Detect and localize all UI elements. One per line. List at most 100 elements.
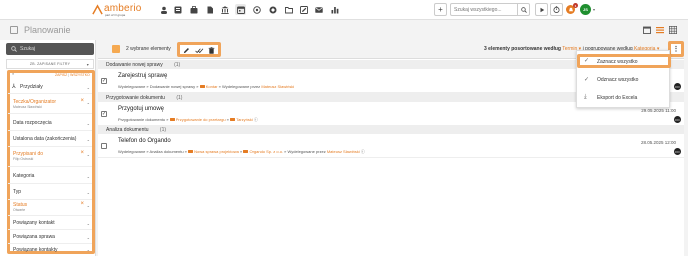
deselect-all-menu-item[interactable]: ✓ Odznacz wszystko bbox=[577, 73, 671, 87]
chevron-down-icon: ⌄ bbox=[86, 121, 90, 126]
calendar-icon bbox=[10, 26, 18, 34]
bank-icon[interactable] bbox=[219, 4, 230, 15]
play-button[interactable] bbox=[535, 3, 548, 16]
info-icon[interactable]: ⓘ bbox=[361, 149, 365, 154]
export-excel-menu-item[interactable]: ⤓ Eksport do Excela bbox=[577, 91, 671, 105]
download-icon: ⤓ bbox=[584, 94, 587, 100]
all-filters-button[interactable]: WSZYSTKO bbox=[70, 73, 90, 77]
filter-powiazane-kontakty[interactable]: Powiązane kontakty ⌄ bbox=[8, 244, 92, 253]
clear-filter-icon[interactable]: × bbox=[80, 98, 84, 104]
select-all-checkbox[interactable] bbox=[112, 45, 120, 53]
filter-toggle-icon[interactable]: ≡ bbox=[12, 72, 14, 76]
play-icon bbox=[540, 7, 544, 12]
sidebar-search[interactable]: Szukaj bbox=[6, 43, 94, 55]
chevron-down-icon: ⌄ bbox=[86, 203, 90, 208]
chevron-down-icon: ⌄ bbox=[86, 190, 90, 195]
search-icon[interactable] bbox=[517, 4, 529, 15]
folder-icon[interactable] bbox=[283, 4, 294, 15]
kebab-menu-icon: ⋮ bbox=[672, 46, 680, 53]
person-link[interactable]: Mateusz Sławiński bbox=[261, 84, 294, 89]
case-link[interactable]: Przygotowanie do przetargu bbox=[176, 117, 226, 122]
filter-przydzialy[interactable]: ⅄ Przydziały ⌄ bbox=[8, 80, 92, 94]
assignee-avatar[interactable]: FO bbox=[674, 83, 681, 90]
filter-teczka[interactable]: Teczka/Organizator Mateusz Sławiński × ⌄ bbox=[8, 94, 92, 114]
timer-button[interactable] bbox=[550, 3, 563, 16]
folder-icon bbox=[169, 118, 175, 122]
task-path: Przygotowanie dokumentu » Przygotowanie … bbox=[118, 117, 258, 123]
bell-icon bbox=[568, 7, 573, 11]
task-title[interactable]: Zarejestruj sprawę bbox=[118, 73, 167, 79]
chevron-down-icon: ⌄ bbox=[86, 100, 90, 105]
contacts-icon[interactable] bbox=[158, 4, 169, 15]
case-link[interactable]: Kontar bbox=[206, 84, 218, 89]
chevron-down-icon: ⌄ bbox=[86, 235, 90, 240]
assignee-avatar[interactable]: FO bbox=[674, 148, 681, 155]
person-link[interactable]: Tarzyński bbox=[236, 117, 253, 122]
filter-label: Typ bbox=[13, 189, 22, 195]
company-link[interactable]: Orgando Sp. z o.o. bbox=[249, 149, 283, 154]
file-icon[interactable] bbox=[204, 4, 215, 15]
filter-powiazana-sprawa[interactable]: Powiązana sprawa ⌄ bbox=[8, 230, 92, 244]
clear-filter-icon[interactable]: × bbox=[80, 201, 84, 207]
user-avatar[interactable]: JS bbox=[580, 4, 591, 15]
filter-ustalona-data[interactable]: Ustalona data (zakończenia) ⌄ bbox=[8, 131, 92, 147]
filter-data-rozpoczecia[interactable]: Data rozpoczęcia ⌄ bbox=[8, 114, 92, 131]
path-text: » Wydelegowane przez bbox=[218, 84, 261, 89]
task-row[interactable]: Telefon do Orgando Wydelegowane » Analiz… bbox=[98, 134, 684, 158]
group-count: (1) bbox=[176, 95, 183, 101]
task-title[interactable]: Telefon do Orgando bbox=[118, 138, 171, 144]
select-all-menu-item[interactable]: ✓ Zaznacz wszystko bbox=[577, 54, 671, 68]
row-checkbox[interactable]: ✓ bbox=[101, 111, 107, 117]
group-name: Przygotowanie dokumentu bbox=[106, 95, 165, 101]
assignee-avatar[interactable]: FO bbox=[674, 116, 681, 123]
case-link[interactable]: Nowa sprawa projektowa bbox=[194, 149, 239, 154]
briefcase-icon[interactable] bbox=[188, 4, 199, 15]
user-menu-chevron-icon[interactable]: ▾ bbox=[593, 7, 595, 12]
list-view-icon[interactable] bbox=[656, 26, 664, 34]
calendar-view-icon[interactable] bbox=[643, 26, 651, 34]
filter-powiazany-kontakt[interactable]: Powiązany kontakt ⌄ bbox=[8, 216, 92, 230]
sort-prefix: 3 elementy posortowane według bbox=[484, 46, 561, 52]
documents-icon[interactable] bbox=[172, 4, 183, 15]
settings-icon[interactable] bbox=[267, 4, 278, 15]
chevron-down-icon: ⌄ bbox=[86, 221, 90, 226]
trash-icon[interactable] bbox=[208, 47, 215, 54]
global-search[interactable] bbox=[450, 3, 530, 16]
notification-badge: 1 bbox=[573, 3, 578, 8]
task-title[interactable]: Przygotuj umowę bbox=[118, 106, 164, 112]
filter-status[interactable]: Status Otwarte × ⌄ bbox=[8, 200, 92, 216]
double-check-icon[interactable] bbox=[195, 47, 204, 54]
person-link[interactable]: Mateusz Sławiński bbox=[327, 149, 360, 154]
bar-chart-icon[interactable] bbox=[329, 4, 340, 15]
row-checkbox[interactable] bbox=[101, 143, 107, 149]
logo-icon bbox=[92, 4, 103, 15]
filter-label: Kategoria bbox=[13, 173, 35, 179]
save-filters-button[interactable]: ZAPISZ bbox=[55, 73, 67, 77]
info-icon[interactable]: ⓘ bbox=[254, 117, 258, 122]
global-search-input[interactable] bbox=[454, 4, 518, 15]
edit-icon[interactable] bbox=[298, 4, 309, 15]
filter-label: Powiązana sprawa bbox=[13, 234, 55, 240]
more-options-menu: ✓ Zaznacz wszystko ✓ Odznacz wszystko ⤓ … bbox=[576, 50, 671, 108]
add-button[interactable]: + bbox=[434, 3, 447, 16]
edit-icon[interactable] bbox=[183, 47, 190, 54]
clear-filter-icon[interactable]: × bbox=[80, 150, 84, 156]
group-count: (1) bbox=[174, 62, 181, 68]
chat-icon[interactable] bbox=[251, 4, 262, 15]
saved-filters-dropdown[interactable]: ZB. ZAPISANE FILTRY ▾ bbox=[6, 59, 94, 69]
path-text: Wydelegowane » Dodawanie nowej sprawy » bbox=[118, 84, 199, 89]
logo-subtitle: part of Ο grupa bbox=[105, 13, 126, 17]
group-name: Analiza dokumentu bbox=[106, 127, 149, 133]
filter-typ[interactable]: Typ ⌄ bbox=[8, 184, 92, 200]
filter-kategoria[interactable]: Kategoria ⌄ bbox=[8, 167, 92, 184]
menu-item-label: Eksport do Excela bbox=[597, 95, 638, 101]
mail-icon[interactable] bbox=[313, 4, 324, 15]
chevron-down-icon: ⌄ bbox=[86, 152, 90, 157]
grid-view-icon[interactable] bbox=[669, 26, 677, 34]
row-checkbox[interactable]: ✓ bbox=[101, 78, 107, 84]
page-title: Planowanie bbox=[24, 25, 71, 35]
folder-icon bbox=[230, 118, 236, 122]
saved-filters-label: ZB. ZAPISANE FILTRY bbox=[29, 62, 71, 66]
calendar-icon[interactable] bbox=[235, 4, 246, 15]
filter-przypisani[interactable]: Przypisani do Filip Ostroski × ⌄ bbox=[8, 147, 92, 167]
